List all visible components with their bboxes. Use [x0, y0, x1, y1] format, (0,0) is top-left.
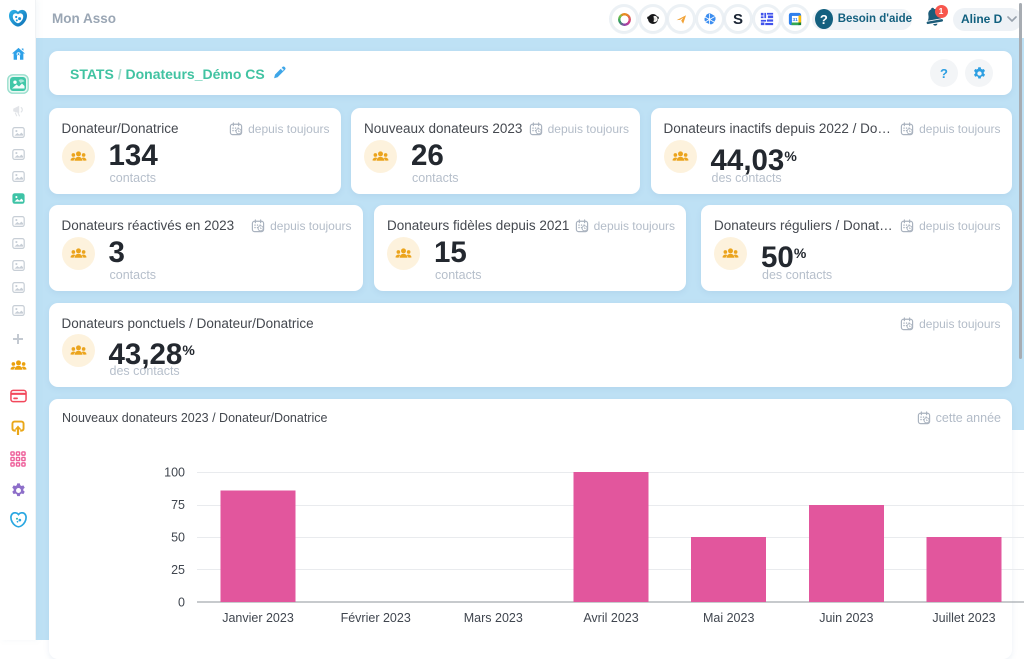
svg-text:31: 31: [793, 17, 799, 23]
